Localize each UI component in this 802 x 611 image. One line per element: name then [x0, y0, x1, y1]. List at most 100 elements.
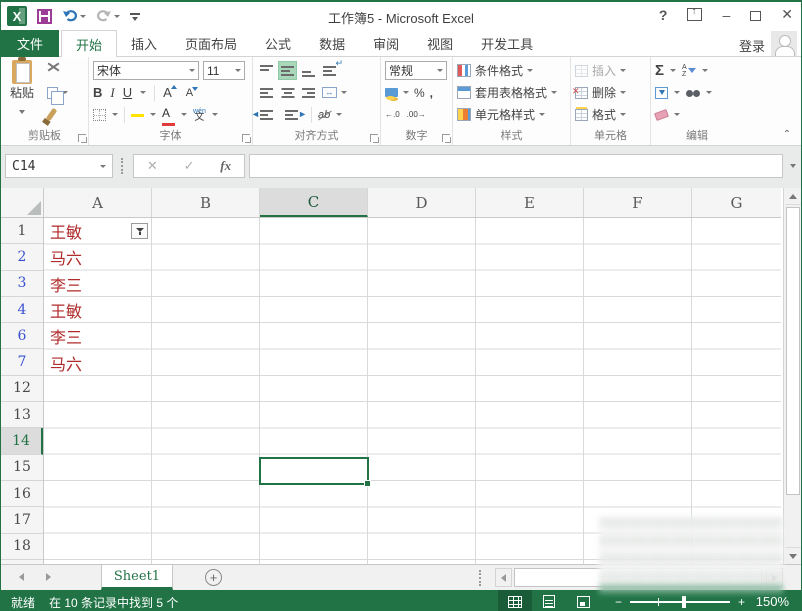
align-middle-button[interactable] — [278, 61, 297, 80]
cells-item-删除[interactable]: 删除 — [575, 82, 648, 103]
row-header-14[interactable]: 14 — [1, 428, 43, 454]
merge-center-button[interactable]: ↔ — [320, 83, 339, 102]
ribbon-display-options-button[interactable] — [687, 8, 702, 21]
scroll-up-button[interactable] — [785, 188, 801, 205]
zoom-in-button[interactable]: + — [738, 595, 745, 609]
copy-button[interactable] — [47, 82, 86, 103]
horizontal-scrollbar[interactable] — [495, 568, 783, 587]
font-color-button[interactable]: A — [162, 104, 175, 126]
cells-area[interactable]: 王敏马六李三王敏李三马六 — [44, 218, 781, 564]
row-header-18[interactable]: 18 — [1, 534, 43, 560]
cells-item-插入[interactable]: 插入 — [575, 60, 648, 81]
increase-indent-button[interactable]: ► — [282, 105, 301, 124]
row-header-12[interactable]: 12 — [1, 376, 43, 402]
cell-A3[interactable]: 李三 — [50, 271, 82, 297]
align-left-button[interactable] — [257, 83, 276, 102]
styles-item-套用表格格式[interactable]: 套用表格格式 — [457, 82, 568, 103]
phonetic-guide-button[interactable]: wén文 — [193, 109, 206, 121]
number-format-combo[interactable]: 常规 — [385, 61, 447, 80]
clipboard-dialog-launcher-icon[interactable] — [78, 134, 86, 142]
accounting-dropdown-icon[interactable] — [403, 91, 409, 94]
underline-button[interactable]: U — [123, 85, 132, 100]
styles-item-条件格式[interactable]: 条件格式 — [457, 60, 568, 81]
phonetic-dropdown-icon[interactable] — [212, 113, 218, 116]
decrease-decimal-button[interactable]: .00→ — [407, 110, 426, 119]
insert-function-button[interactable]: fx — [220, 158, 231, 174]
decrease-indent-button[interactable]: ◄ — [257, 105, 276, 124]
row-header-2[interactable]: 2 — [1, 244, 43, 270]
autosum-dropdown-icon[interactable] — [670, 69, 676, 72]
row-header-6[interactable]: 6 — [1, 323, 43, 349]
tab-插入[interactable]: 插入 — [117, 30, 171, 57]
row-header-16[interactable]: 16 — [1, 481, 43, 507]
tab-file[interactable]: 文件 — [1, 30, 59, 57]
sort-filter-button[interactable]: AZ — [682, 64, 696, 78]
page-layout-view-button[interactable] — [532, 590, 566, 611]
tab-页面布局[interactable]: 页面布局 — [171, 30, 251, 57]
tab-开始[interactable]: 开始 — [61, 30, 117, 58]
format-painter-button[interactable] — [49, 104, 86, 125]
column-header-G[interactable]: G — [692, 188, 781, 217]
normal-view-button[interactable] — [498, 590, 532, 611]
vertical-scrollbar[interactable] — [783, 188, 801, 564]
paste-dropdown-icon[interactable] — [19, 110, 25, 114]
align-right-button[interactable] — [299, 83, 318, 102]
sheet-bar-separator[interactable] — [479, 570, 481, 586]
tab-视图[interactable]: 视图 — [413, 30, 467, 57]
column-header-B[interactable]: B — [152, 188, 260, 217]
vertical-scroll-thumb[interactable] — [786, 207, 800, 495]
merge-dropdown-icon[interactable] — [341, 91, 347, 94]
fill-handle[interactable] — [364, 480, 371, 487]
grow-font-button[interactable]: A — [163, 85, 172, 100]
align-center-button[interactable] — [278, 83, 297, 102]
align-bottom-button[interactable] — [299, 61, 318, 80]
paste-button[interactable]: 粘贴 — [5, 60, 39, 132]
scroll-down-button[interactable] — [785, 547, 801, 564]
font-size-combo[interactable]: 11 — [203, 61, 245, 80]
comma-style-button[interactable]: , — [430, 86, 433, 100]
borders-icon[interactable] — [93, 109, 106, 121]
clear-dropdown-icon[interactable] — [674, 113, 680, 116]
column-header-F[interactable]: F — [584, 188, 692, 217]
fill-down-button[interactable] — [655, 87, 668, 99]
zoom-slider[interactable] — [630, 601, 730, 603]
number-dialog-launcher-icon[interactable] — [442, 134, 450, 142]
row-header-17[interactable]: 17 — [1, 507, 43, 533]
orientation-button[interactable]: ab — [318, 109, 330, 121]
cells-item-格式[interactable]: 格式 — [575, 104, 648, 125]
styles-item-单元格样式[interactable]: 单元格样式 — [457, 104, 568, 125]
row-header-13[interactable]: 13 — [1, 402, 43, 428]
help-button[interactable]: ? — [659, 7, 668, 23]
horizontal-scroll-thumb[interactable] — [514, 568, 762, 587]
sign-in-link[interactable]: 登录 — [739, 36, 765, 55]
clear-button[interactable] — [654, 109, 669, 121]
row-header-3[interactable]: 3 — [1, 271, 43, 297]
row-header-7[interactable]: 7 — [1, 349, 43, 375]
selected-cell-C14[interactable] — [259, 457, 369, 485]
cell-A2[interactable]: 马六 — [50, 244, 82, 270]
zoom-out-button[interactable]: − — [615, 595, 622, 609]
column-header-D[interactable]: D — [368, 188, 476, 217]
scroll-right-button[interactable] — [766, 568, 783, 587]
alignment-dialog-launcher-icon[interactable] — [370, 134, 378, 142]
font-dialog-launcher-icon[interactable] — [242, 134, 250, 142]
cells-dropdown-icon[interactable] — [620, 113, 626, 116]
cells-dropdown-icon[interactable] — [620, 91, 626, 94]
font-color-dropdown-icon[interactable] — [181, 113, 187, 116]
italic-button[interactable]: I — [110, 85, 114, 101]
autosum-button[interactable]: Σ — [655, 64, 664, 78]
collapse-ribbon-icon[interactable]: ⌃ — [781, 131, 793, 141]
autofilter-button[interactable] — [131, 223, 148, 239]
column-header-A[interactable]: A — [44, 188, 152, 217]
borders-dropdown-icon[interactable] — [112, 113, 118, 116]
increase-decimal-button[interactable]: ←.0 — [385, 110, 400, 119]
row-header-4[interactable]: 4 — [1, 297, 43, 323]
sheet-tab-sheet1[interactable]: Sheet1 — [101, 565, 173, 590]
row-header-15[interactable]: 15 — [1, 455, 43, 481]
tab-公式[interactable]: 公式 — [251, 30, 305, 57]
font-name-dropdown-icon[interactable] — [189, 69, 195, 72]
cell-A6[interactable]: 李三 — [50, 323, 82, 349]
cancel-button[interactable]: ✕ — [147, 158, 158, 174]
cut-button[interactable] — [47, 60, 86, 81]
cells-dropdown-icon[interactable] — [620, 69, 626, 72]
